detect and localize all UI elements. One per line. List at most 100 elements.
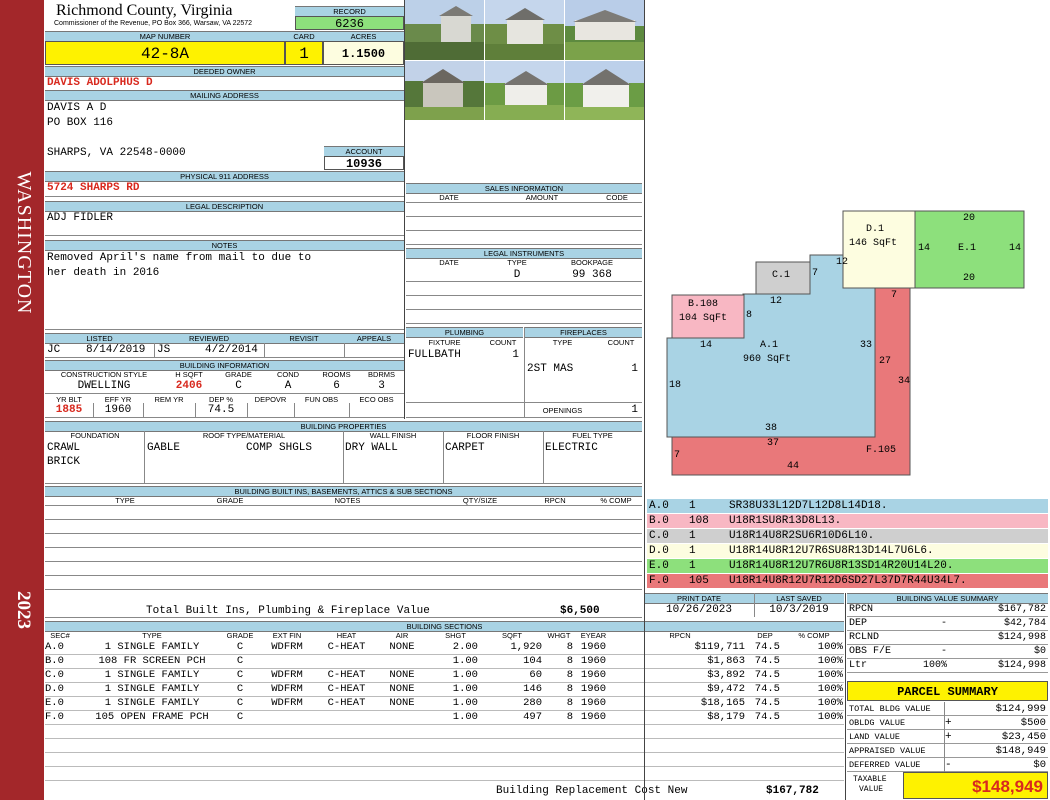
construction-style-label: CONSTRUCTION STYLE — [60, 370, 148, 379]
parcel-amount: $0 — [1033, 759, 1046, 771]
section-cell: 108 FR SCREEN PCH — [98, 655, 206, 667]
parcel-summary-row: APPRAISED VALUE $148,949 — [847, 744, 1048, 758]
wall-finish-label: WALL FINISH — [369, 431, 417, 440]
county-name: WASHINGTON — [13, 171, 35, 315]
section-cell: 1,920 — [510, 641, 542, 653]
section-cell: $119,711 — [694, 641, 745, 653]
year-built: 1885 — [55, 404, 83, 416]
tax-year: 2023 — [13, 591, 34, 629]
section-cell: C — [236, 683, 244, 695]
dim-11: 34 — [898, 376, 911, 387]
plumbing-count: 1 — [512, 349, 519, 361]
fireplaces-label: FIREPLACES — [525, 327, 642, 338]
section-code: U18R14U8R12U7R6U8R13SD14R20U14L20. — [729, 560, 954, 572]
section-id: B.0 — [649, 515, 669, 527]
listed-by: JC — [47, 344, 61, 356]
section-cell: C — [236, 655, 244, 667]
sketch-area-d: 146 SqFt — [849, 238, 898, 249]
openings-value: 1 — [631, 404, 638, 416]
rooms-label: ROOMS — [322, 370, 351, 379]
parcel-summary-row: LAND VALUE + $23,450 — [847, 730, 1048, 744]
wall-finish: DRY WALL — [345, 442, 398, 454]
section-id: F.0 — [649, 575, 669, 587]
dim-15: 20 — [963, 213, 976, 224]
section-cell: F.0 — [45, 711, 64, 723]
dim-7: 18 — [669, 380, 682, 391]
section-cell: 1960 — [580, 669, 607, 681]
dim-13: 44 — [787, 461, 800, 472]
section-cell: B.0 — [45, 655, 64, 667]
section-cell: NONE — [389, 669, 415, 681]
parcel-summary-label: PARCEL SUMMARY — [847, 681, 1048, 701]
sketch-code-line: F.0 105 U18R14U8R12U7R12D6SD27L37D7R44U34L… — [647, 574, 1048, 588]
section-cell: 100% — [817, 641, 843, 653]
floor-finish: CARPET — [445, 442, 485, 454]
section-cell: 100% — [817, 711, 843, 723]
sketch-code-line: A.0 1 SR38U33L12D7L12D8L14D18. — [647, 499, 1048, 513]
section-col-header: SHGT — [445, 631, 466, 640]
parcel-amount: $23,450 — [1001, 731, 1046, 743]
parcel-key: APPRAISED VALUE — [849, 746, 926, 756]
section-cell: 1 SINGLE FAMILY — [104, 683, 200, 695]
dim-2: 8 — [746, 310, 753, 321]
section-cell: C — [236, 711, 244, 723]
dim-6: 33 — [860, 340, 873, 351]
value-key: RCLND — [849, 632, 880, 643]
taxable-label-1: TAXABLE — [853, 775, 887, 784]
reviewed-date: 4/2/2014 — [205, 344, 258, 356]
bookpage-label: BOOKPAGE — [571, 258, 613, 267]
fireplace-type: 2ST MAS — [527, 363, 574, 375]
photo-2 — [485, 0, 564, 60]
section-num: 1 — [689, 560, 696, 572]
section-cell: 104 — [523, 655, 542, 667]
section-cell: WDFRM — [271, 697, 303, 709]
section-cell: 8 — [566, 641, 573, 653]
section-col-header: EXT FIN — [272, 631, 302, 640]
physical-address-label: PHYSICAL 911 ADDRESS — [45, 171, 404, 182]
eco-obs-label: ECO OBS — [359, 395, 394, 404]
section-cell: 8 — [566, 669, 573, 681]
section-cell: $9,472 — [707, 683, 745, 695]
replacement-cost-label: Building Replacement Cost New — [496, 785, 688, 797]
parcel-amount: $124,999 — [995, 703, 1046, 715]
section-cell: C-HEAT — [327, 697, 366, 709]
section-num: 105 — [689, 575, 709, 587]
county-sidebar — [0, 0, 44, 800]
depreciation: 74.5 — [207, 404, 235, 416]
record-number: 6236 — [295, 16, 404, 31]
listed-label: LISTED — [45, 333, 154, 344]
foundation-2: BRICK — [47, 456, 81, 468]
parcel-key: OBLDG VALUE — [849, 718, 906, 728]
notes-line-1: Removed April's name from mail to due to — [47, 252, 312, 264]
notes-line-2: her death in 2016 — [47, 267, 160, 279]
openings-label: OPENINGS — [542, 406, 583, 415]
section-cell: 8 — [566, 655, 573, 667]
account-number: 10936 — [324, 156, 404, 171]
section-cell: 1960 — [580, 697, 607, 709]
value-summary-row: RCLND $124,998 — [847, 631, 1048, 645]
section-cell: 60 — [529, 669, 542, 681]
section-col-header: AIR — [395, 631, 409, 640]
print-date-label: PRINT DATE — [644, 593, 754, 604]
section-col-header: SQFT — [502, 631, 522, 640]
section-cell: A.0 — [45, 641, 64, 653]
section-num: 1 — [689, 530, 696, 542]
parcel-amount: $500 — [1020, 717, 1046, 729]
taxable-label-2: VALUE — [859, 785, 884, 794]
section-num: 1 — [689, 500, 696, 512]
bedrooms-value: 3 — [378, 380, 385, 392]
section-cell: 146 — [523, 683, 542, 695]
section-cell: 1960 — [580, 711, 607, 723]
section-cell: 100% — [817, 683, 843, 695]
sketch-code-line: C.0 1 U18R14U8R2SU6R10D6L10. — [647, 529, 1048, 543]
section-cell: 280 — [523, 697, 542, 709]
value-op: - — [940, 618, 947, 629]
sketch-code-line: E.0 1 U18R14U8R12U7R6U8R13SD14R20U14L20. — [647, 559, 1048, 573]
value-op: - — [940, 646, 947, 657]
section-col-header: DEP — [757, 631, 773, 640]
section-cell: NONE — [389, 683, 415, 695]
plumbing-fixture: FULLBATH — [408, 349, 461, 361]
sales-code-label: CODE — [606, 193, 628, 202]
parcel-amount: $148,949 — [995, 745, 1046, 757]
deeded-owner-label: DEEDED OWNER — [45, 66, 404, 77]
